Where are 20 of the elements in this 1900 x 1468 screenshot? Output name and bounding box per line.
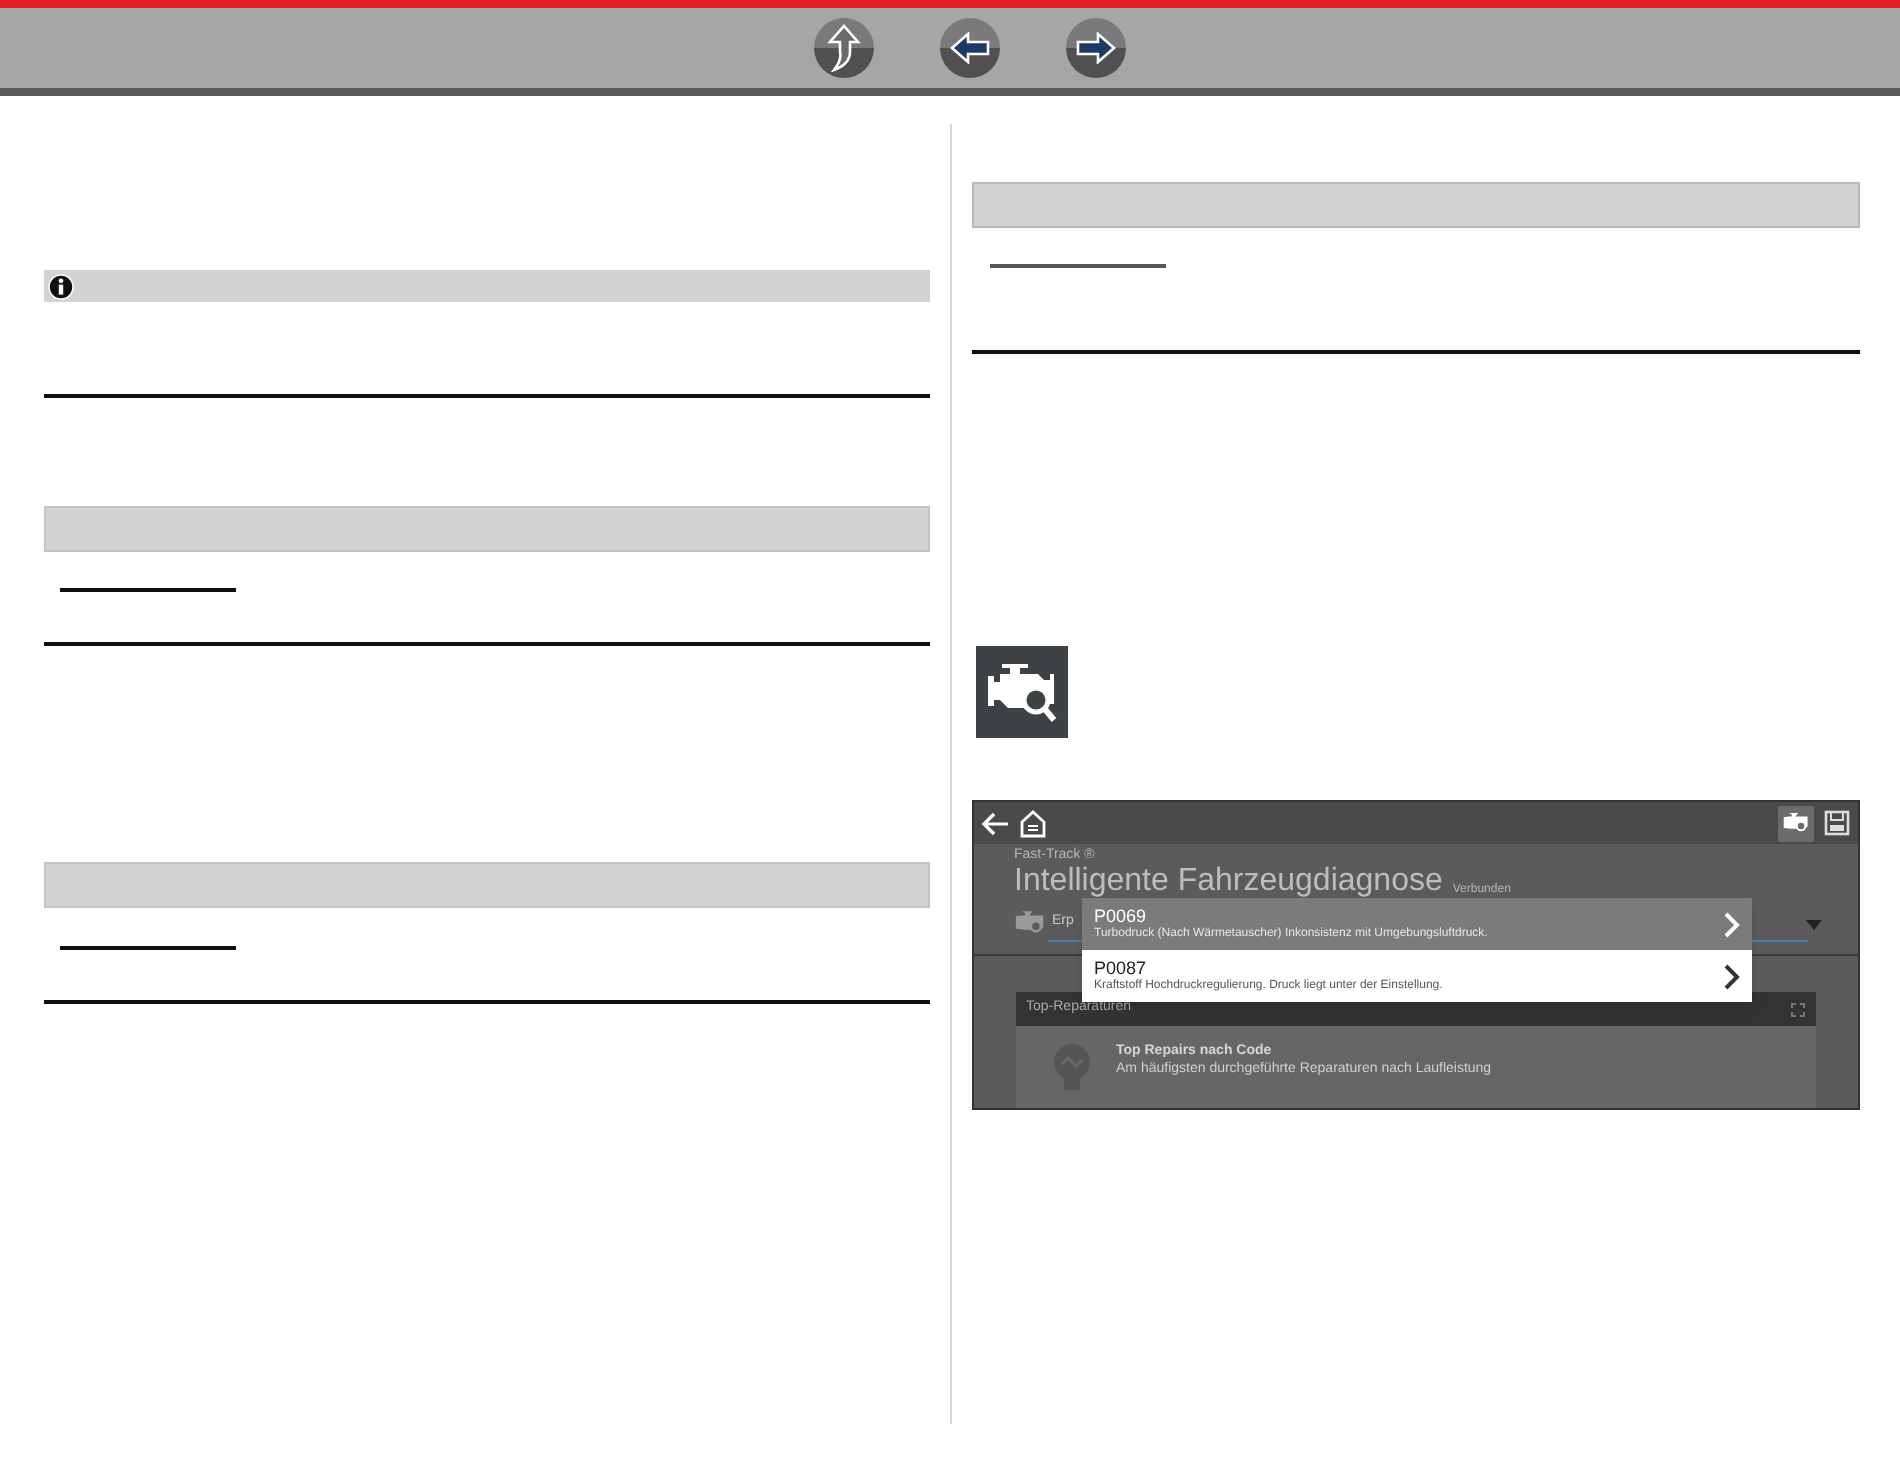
- up-arrow-icon: [826, 24, 862, 72]
- engine-icon: [1014, 908, 1046, 938]
- app-title: Intelligente Fahrzeugdiagnose: [1014, 864, 1443, 898]
- save-icon[interactable]: [1824, 810, 1850, 836]
- trouble-code: P0087: [1094, 958, 1149, 978]
- forward-button[interactable]: [1066, 18, 1126, 78]
- chevron-right-icon: [1724, 911, 1740, 937]
- back-arrow-icon: [982, 811, 1010, 835]
- expand-icon: [1790, 1001, 1806, 1017]
- trouble-code: P0069: [1094, 906, 1149, 926]
- up-button[interactable]: [814, 18, 874, 78]
- chevron-right-icon: [1724, 963, 1740, 989]
- dropdown-caret-icon: [1806, 920, 1822, 930]
- right-arrow-icon: [1076, 32, 1116, 64]
- home-icon: [1020, 809, 1046, 837]
- back-button[interactable]: [940, 18, 1000, 78]
- engine-tool-icon[interactable]: [1778, 805, 1814, 841]
- left-arrow-icon: [950, 32, 990, 64]
- info-icon: [48, 273, 74, 299]
- engine-search-icon: [976, 646, 1068, 738]
